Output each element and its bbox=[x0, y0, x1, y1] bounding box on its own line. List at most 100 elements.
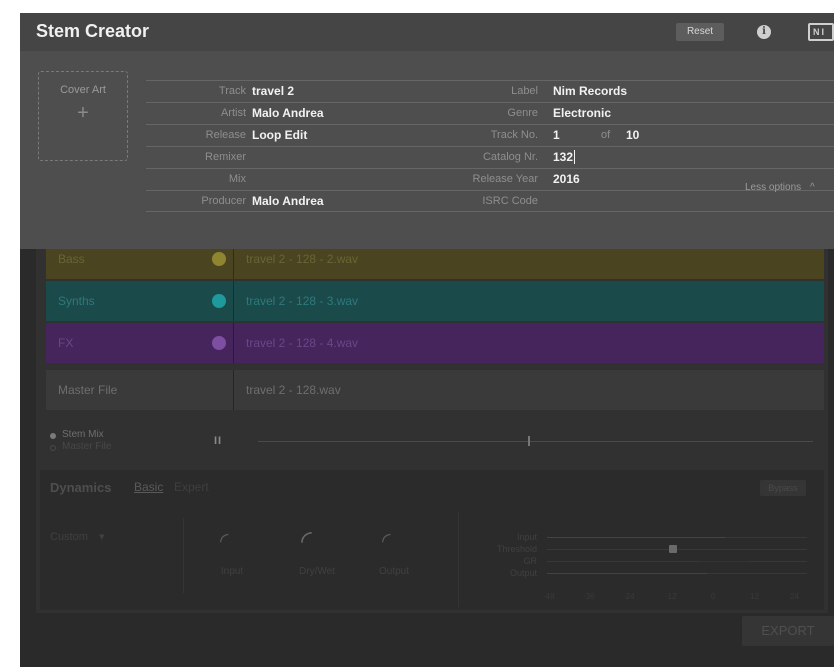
scale-label: 24 bbox=[790, 592, 799, 601]
catalog-nr-label: Catalog Nr. bbox=[482, 151, 538, 163]
metadata-panel: Cover Art + Track travel 2 Label Nim Rec… bbox=[20, 51, 834, 249]
of-label: of bbox=[601, 129, 611, 141]
knobs: ◜ Input ◜ Dry/Wet ◜ Output bbox=[183, 518, 428, 593]
threshold-slider[interactable] bbox=[547, 549, 807, 550]
track-no-field[interactable]: 1 bbox=[553, 128, 560, 142]
preset-dropdown[interactable]: Custom ▾ bbox=[50, 530, 105, 543]
reset-button[interactable]: Reset bbox=[676, 23, 724, 41]
track-label: Track bbox=[218, 85, 246, 97]
stem-file[interactable]: travel 2 - 128 - 4.wav bbox=[246, 336, 358, 350]
stem-creator-window: Stem Creator Reset i NI Bass travel 2 - … bbox=[20, 13, 834, 667]
knob-label: Dry/Wet bbox=[299, 566, 335, 577]
release-field[interactable]: Loop Edit bbox=[252, 128, 307, 142]
ni-logo: NI bbox=[808, 23, 834, 41]
metadata-row: Remixer Catalog Nr. 132 bbox=[146, 146, 834, 168]
gain-reduction-level bbox=[699, 561, 749, 562]
stem-row-synths[interactable]: Synths travel 2 - 128 - 3.wav bbox=[46, 281, 824, 321]
stem-name-cell: Synths bbox=[46, 281, 234, 321]
app-title: Stem Creator bbox=[36, 21, 150, 41]
output-meter-level bbox=[547, 573, 707, 574]
stem-row-fx[interactable]: FX travel 2 - 128 - 4.wav bbox=[46, 323, 824, 363]
mix-label: Mix bbox=[228, 173, 246, 185]
stem-mix-radio[interactable] bbox=[50, 433, 56, 439]
stem-color-dot[interactable] bbox=[212, 294, 226, 308]
isrc-code-label: ISRC Code bbox=[482, 195, 538, 207]
stem-name-cell: FX bbox=[46, 323, 234, 363]
master-file-radio[interactable] bbox=[50, 445, 56, 451]
scale-label: 12 bbox=[750, 592, 759, 601]
preset-label: Custom bbox=[50, 531, 88, 543]
release-year-label: Release Year bbox=[472, 173, 538, 185]
master-file[interactable]: travel 2 - 128.wav bbox=[246, 383, 341, 397]
threshold-handle[interactable] bbox=[669, 545, 677, 553]
add-cover-icon[interactable]: + bbox=[39, 102, 127, 125]
scale-label: -24 bbox=[623, 592, 635, 601]
remixer-label: Remixer bbox=[205, 151, 246, 163]
meter-label: GR bbox=[523, 556, 538, 566]
master-name: Master File bbox=[58, 383, 118, 397]
release-label: Release bbox=[205, 129, 246, 141]
metadata-row: Mix Release Year 2016 bbox=[146, 168, 834, 190]
genre-label: Genre bbox=[507, 107, 538, 119]
dry-wet-knob-icon[interactable]: ◜ bbox=[301, 524, 312, 557]
info-icon[interactable]: i bbox=[757, 25, 771, 39]
metadata-row: Artist Malo Andrea Genre Electronic bbox=[146, 102, 834, 124]
bypass-button[interactable]: Bypass bbox=[760, 480, 806, 496]
catalog-nr-field[interactable]: 132 bbox=[553, 150, 576, 164]
stem-name[interactable]: Bass bbox=[58, 252, 85, 266]
master-file-row[interactable]: Master File travel 2 - 128.wav bbox=[46, 370, 824, 410]
knob-label: Input bbox=[220, 566, 244, 577]
title-bar: Stem Creator Reset i NI bbox=[20, 13, 834, 51]
label-field[interactable]: Nim Records bbox=[553, 84, 627, 98]
tab-expert[interactable]: Expert bbox=[174, 480, 209, 494]
stem-color-dot[interactable] bbox=[212, 336, 226, 350]
cover-art-label: Cover Art bbox=[60, 84, 106, 96]
tab-basic[interactable]: Basic bbox=[134, 480, 163, 494]
stem-file[interactable]: travel 2 - 128 - 3.wav bbox=[246, 294, 358, 308]
cover-art-dropzone[interactable]: Cover Art + bbox=[38, 71, 128, 161]
track-field[interactable]: travel 2 bbox=[252, 84, 294, 98]
master-file-label[interactable]: Master File bbox=[62, 441, 111, 452]
meter-label: Input bbox=[516, 532, 537, 542]
producer-field[interactable]: Malo Andrea bbox=[252, 194, 324, 208]
dynamics-title: Dynamics bbox=[50, 480, 112, 495]
track-no-label: Track No. bbox=[490, 129, 538, 141]
stem-name[interactable]: FX bbox=[58, 336, 73, 350]
producer-label: Producer bbox=[201, 195, 246, 207]
gain-reduction-meter bbox=[547, 561, 807, 562]
less-options-label: Less options bbox=[745, 182, 802, 193]
label-label: Label bbox=[511, 85, 538, 97]
progress-track[interactable] bbox=[258, 436, 813, 446]
transport: Stem Mix Master File II bbox=[46, 423, 824, 463]
metadata-row: Track travel 2 Label Nim Records bbox=[146, 80, 834, 102]
metadata-row: Release Loop Edit Track No. 1 of 10 bbox=[146, 124, 834, 146]
chevron-up-icon: ^ bbox=[809, 182, 815, 193]
output-knob-icon[interactable]: ◜ bbox=[382, 528, 391, 554]
stem-file[interactable]: travel 2 - 128 - 2.wav bbox=[246, 252, 358, 266]
scale-label: -36 bbox=[583, 592, 595, 601]
scale-label: -48 bbox=[543, 592, 555, 601]
genre-field[interactable]: Electronic bbox=[553, 106, 611, 120]
pause-icon[interactable]: II bbox=[214, 435, 222, 447]
knob-label: Output bbox=[378, 566, 410, 577]
stem-color-dot[interactable] bbox=[212, 252, 226, 266]
input-knob-icon[interactable]: ◜ bbox=[220, 528, 229, 554]
export-button[interactable]: EXPORT bbox=[742, 616, 834, 646]
meter-label: Output bbox=[509, 568, 537, 578]
scale-label: 0 bbox=[711, 592, 716, 601]
artist-field[interactable]: Malo Andrea bbox=[252, 106, 324, 120]
dynamics-panel: Dynamics Basic Expert Bypass Custom ▾ ◜ … bbox=[40, 470, 824, 610]
release-year-field[interactable]: 2016 bbox=[553, 172, 580, 186]
playhead[interactable] bbox=[528, 436, 530, 446]
chevron-down-icon: ▾ bbox=[98, 531, 105, 543]
metadata-row: Producer Malo Andrea ISRC Code bbox=[146, 190, 834, 212]
input-meter-level bbox=[547, 537, 725, 538]
track-total-field[interactable]: 10 bbox=[626, 128, 639, 142]
scale-label: -12 bbox=[665, 592, 677, 601]
stem-name[interactable]: Synths bbox=[58, 294, 95, 308]
artist-label: Artist bbox=[220, 107, 246, 119]
meters: Input Threshold GR Output -48 -36 -24 -1… bbox=[458, 512, 818, 607]
less-options-toggle[interactable]: Less options ^ bbox=[745, 182, 815, 193]
stem-mix-label[interactable]: Stem Mix bbox=[62, 429, 104, 440]
meter-label: Threshold bbox=[496, 544, 537, 554]
